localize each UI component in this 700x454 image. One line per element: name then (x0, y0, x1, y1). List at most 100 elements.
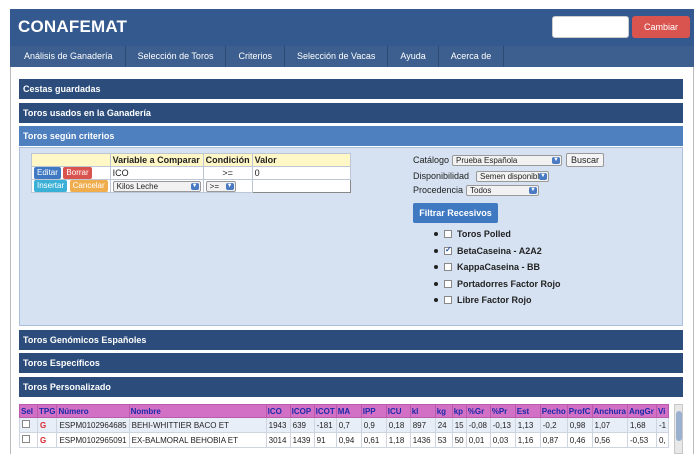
chevron-down-icon: ▼ (190, 182, 199, 190)
table-cell: 0,18 (385, 417, 411, 433)
column-header[interactable]: Anchura (591, 404, 628, 418)
column-header[interactable]: ICO (265, 404, 291, 418)
row-select-cell[interactable] (19, 432, 38, 448)
column-header[interactable]: ProfC (566, 404, 593, 418)
disponibilidad-select[interactable]: Semen disponible ▼ (476, 171, 549, 182)
procedencia-select[interactable]: Todos ▼ (466, 185, 539, 196)
bullet-icon (434, 265, 438, 270)
column-header[interactable]: ICU (385, 404, 411, 418)
column-header[interactable]: ICOP (289, 404, 315, 418)
column-header[interactable]: Vi (655, 404, 670, 418)
check-item-betacaseina: BetaCaseina - A2A2 (434, 243, 561, 260)
table-cell: -1 (655, 417, 670, 433)
table-cell: G (36, 417, 58, 433)
results-scrollbar[interactable] (674, 404, 683, 454)
nav-ayuda[interactable]: Ayuda (388, 46, 439, 67)
section-personalizado[interactable]: Toros Personalizado (19, 377, 683, 397)
column-header[interactable]: TPG (36, 404, 58, 418)
new-criteria-actions: Insertar Cancelar (31, 179, 111, 193)
table-cell: -0,13 (489, 417, 516, 433)
section-toros-criterios[interactable]: Toros según criterios (19, 126, 683, 146)
insert-button[interactable]: Insertar (34, 180, 68, 192)
column-header[interactable]: Pecho (539, 404, 568, 418)
portadores-rojo-checkbox[interactable] (444, 279, 452, 288)
table-cell: 24 (434, 417, 453, 433)
catalogo-select[interactable]: Prueba Española ▼ (452, 155, 562, 166)
nav-seleccion-toros[interactable]: Selección de Toros (126, 46, 227, 67)
column-header[interactable]: ICOT (313, 404, 337, 418)
condition-select[interactable]: >= ▼ (205, 180, 236, 192)
value-input[interactable] (251, 179, 351, 193)
main-nav: Análisis de Ganadería Selección de Toros… (10, 46, 694, 67)
column-header[interactable]: Est (514, 404, 541, 418)
table-cell: 0,7 (335, 417, 362, 433)
section-genomicos[interactable]: Toros Genómicos Españoles (19, 330, 683, 350)
column-header[interactable]: IPP (360, 404, 387, 418)
table-cell: 1,07 (591, 417, 628, 433)
table-cell: 639 (289, 417, 315, 433)
table-row[interactable]: G ESPM0102965091 EX-BALMORAL BEHOBIA ET 301… (19, 432, 670, 448)
criteria-header-condition: Condición (202, 153, 253, 167)
results-grid: Sel TPG Número Nombre ICO ICOP ICOT MA IPP ICU kl k… (19, 404, 674, 454)
nav-analisis[interactable]: Análisis de Ganadería (10, 46, 126, 67)
criteria-header-actions (31, 153, 111, 167)
libre-rojo-checkbox[interactable] (444, 296, 452, 305)
column-header[interactable]: %Gr (465, 404, 491, 418)
nav-acerca[interactable]: Acerca de (439, 46, 505, 67)
table-cell: 15 (451, 417, 467, 433)
betacaseina-checkbox[interactable] (444, 245, 452, 255)
column-header[interactable]: AngGr (626, 404, 657, 418)
procedencia-label: Procedencia (413, 185, 464, 195)
table-cell: 1,13 (514, 417, 541, 433)
app-window: CONAFEMAT Cambiar Análisis de Ganadería … (0, 0, 700, 454)
column-header[interactable]: kp (451, 404, 467, 418)
column-header[interactable]: kl (409, 404, 436, 418)
column-header[interactable]: Nombre (128, 404, 267, 418)
column-header[interactable]: Número (56, 404, 130, 418)
criteria-header-value: Valor (251, 153, 351, 167)
change-button[interactable]: Cambiar (632, 16, 690, 38)
check-item-libre-rojo: Libre Factor Rojo (434, 292, 561, 309)
row-checkbox[interactable] (22, 420, 30, 428)
search-button[interactable]: Buscar (566, 153, 604, 167)
edit-button[interactable]: Editar (34, 167, 61, 179)
check-item-polled: Toros Polled (434, 226, 561, 243)
password-input[interactable] (552, 16, 629, 38)
table-cell: -0,08 (465, 417, 491, 433)
disponibilidad-select-value: Semen disponible (480, 172, 544, 181)
cancel-button[interactable]: Cancelar (69, 180, 108, 192)
criteria-header-variable: Variable a Comparar (109, 153, 204, 167)
procedencia-select-value: Todos (470, 186, 492, 195)
table-cell: 0,03 (489, 432, 516, 448)
section-toros-usados[interactable]: Toros usados en la Ganadería (19, 103, 683, 123)
criteria-condition: >= (202, 166, 253, 180)
row-select-cell[interactable] (19, 417, 38, 433)
app-title: CONAFEMAT (18, 17, 128, 36)
polled-label: Toros Polled (457, 229, 511, 240)
table-cell: 50 (451, 432, 467, 448)
column-header[interactable]: kg (434, 404, 453, 418)
nav-criterios[interactable]: Criterios (226, 46, 285, 67)
kappacaseina-label: KappaCaseina - BB (457, 262, 541, 273)
polled-checkbox[interactable] (444, 230, 452, 239)
column-header[interactable]: MA (335, 404, 362, 418)
filter-recessive-button[interactable]: Filtrar Recesivos (413, 203, 498, 223)
kappacaseina-checkbox[interactable] (444, 263, 452, 272)
catalogo-label: Catálogo (413, 155, 450, 165)
row-checkbox[interactable] (22, 435, 30, 443)
new-variable-cell: Kilos Leche ▼ (109, 179, 204, 193)
column-header[interactable]: Sel (19, 404, 38, 418)
table-cell: 91 (313, 432, 337, 448)
column-header[interactable]: %Pr (489, 404, 516, 418)
nav-seleccion-vacas[interactable]: Selección de Vacas (285, 46, 389, 67)
new-condition-cell: >= ▼ (202, 179, 253, 193)
delete-button[interactable]: Borrar (63, 167, 92, 179)
section-especificos[interactable]: Toros Específicos (19, 353, 683, 373)
criteria-variable: ICO (109, 166, 204, 180)
section-cestas[interactable]: Cestas guardadas (19, 79, 683, 99)
chevron-down-icon: ▼ (225, 182, 234, 190)
variable-select[interactable]: Kilos Leche ▼ (112, 180, 201, 192)
table-row[interactable]: G ESPM0102964685 BEHI-WHITTIER BACO ET 1943… (19, 417, 670, 433)
scrollbar-thumb[interactable] (676, 411, 682, 441)
table-cell: 3014 (265, 432, 291, 448)
